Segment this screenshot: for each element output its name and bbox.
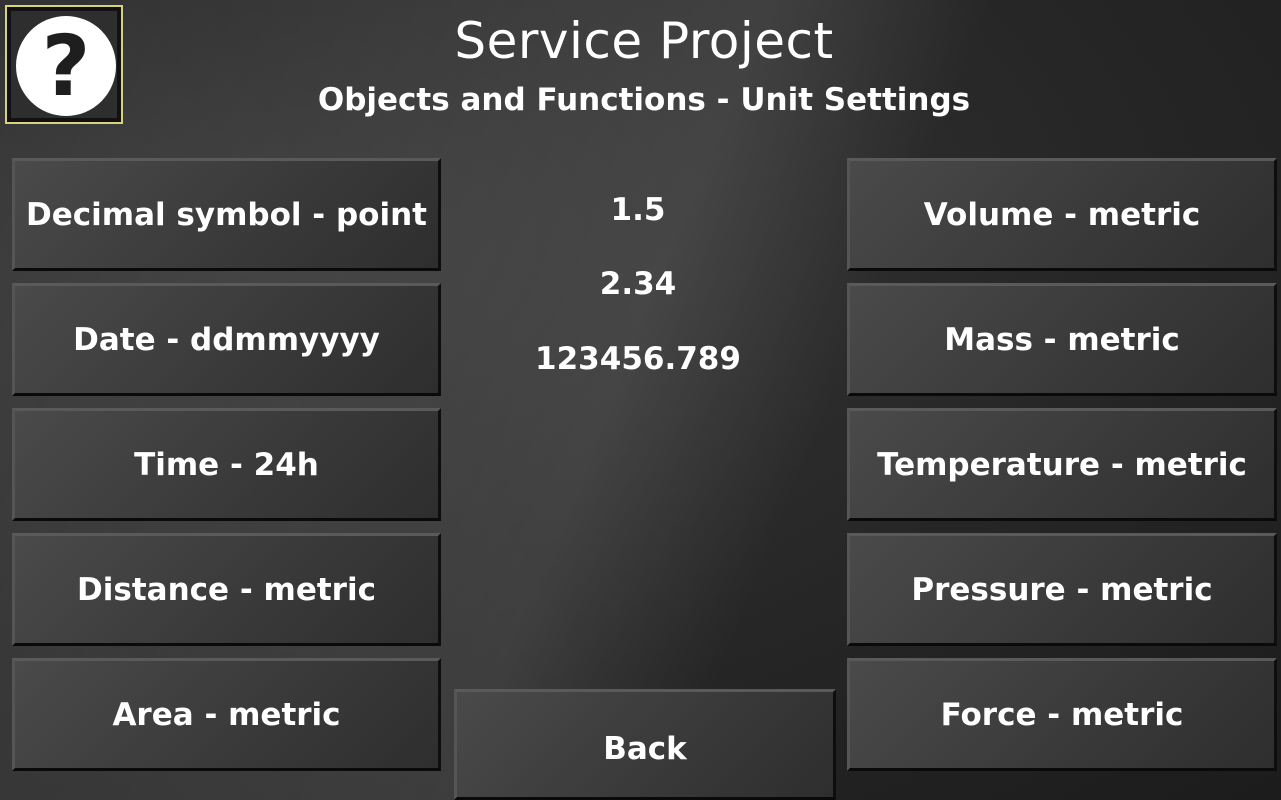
sample-value-two-decimal: 2.34: [599, 266, 677, 302]
force-unit-button[interactable]: Force - metric: [847, 658, 1277, 771]
mass-unit-button[interactable]: Mass - metric: [847, 283, 1277, 396]
pressure-unit-button[interactable]: Pressure - metric: [847, 533, 1277, 646]
decimal-symbol-button[interactable]: Decimal symbol - point: [12, 158, 441, 271]
page-subtitle: Objects and Functions - Unit Settings: [317, 82, 971, 118]
back-button[interactable]: Back: [454, 689, 836, 800]
sample-value-decimal: 1.5: [610, 192, 666, 228]
date-format-button[interactable]: Date - ddmmyyyy: [12, 283, 441, 396]
sample-value-large: 123456.789: [535, 341, 741, 377]
time-format-button[interactable]: Time - 24h: [12, 408, 441, 521]
volume-unit-button[interactable]: Volume - metric: [847, 158, 1277, 271]
unit-settings-screen: ? Service Project Objects and Functions …: [0, 0, 1281, 800]
temperature-unit-button[interactable]: Temperature - metric: [847, 408, 1277, 521]
page-title: Service Project: [454, 12, 834, 70]
distance-unit-button[interactable]: Distance - metric: [12, 533, 441, 646]
area-unit-button[interactable]: Area - metric: [12, 658, 441, 771]
